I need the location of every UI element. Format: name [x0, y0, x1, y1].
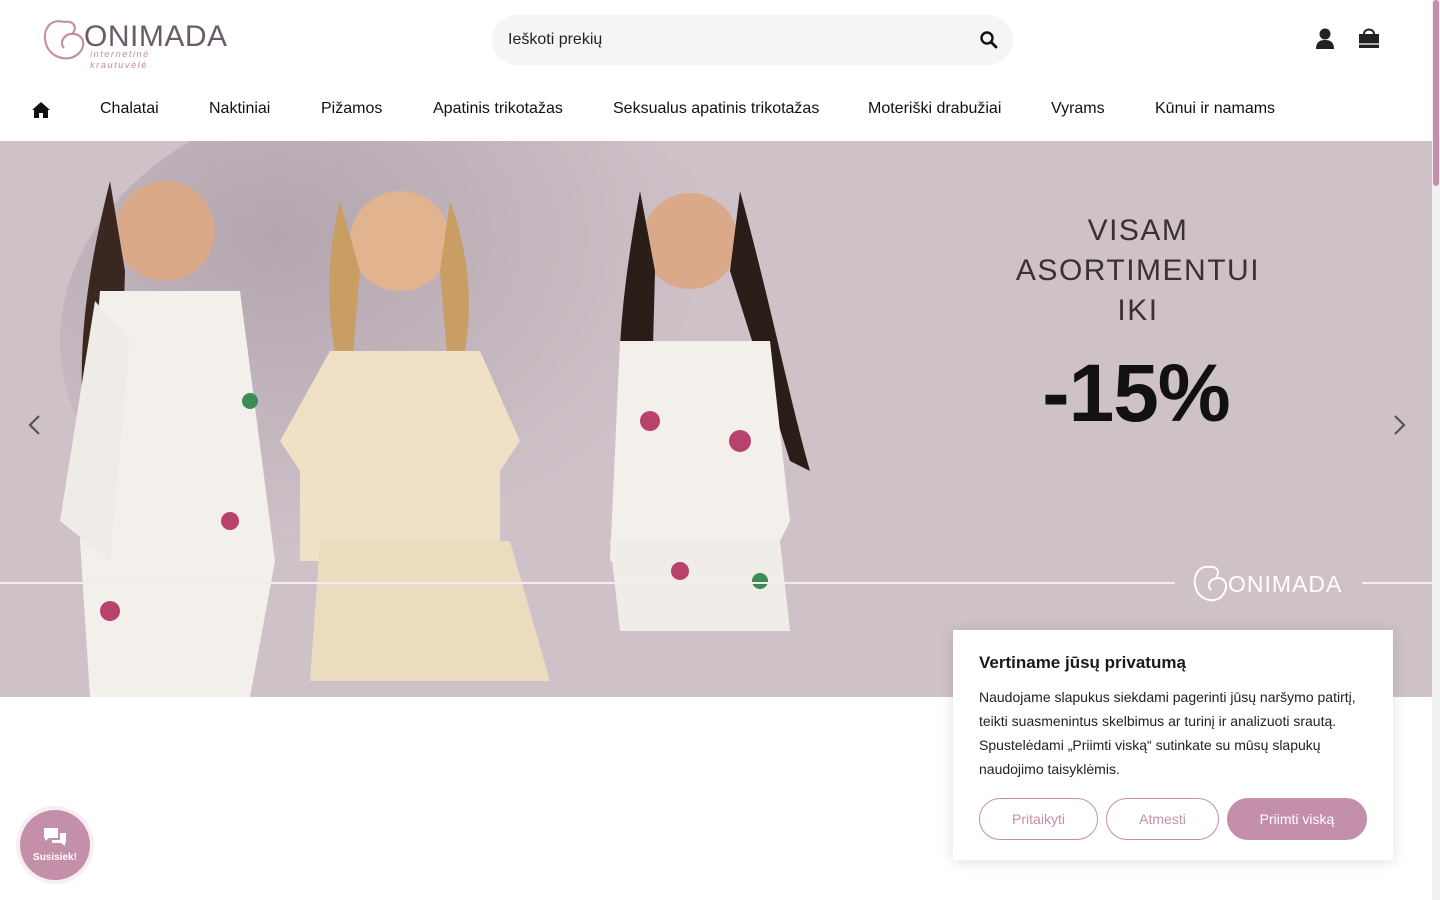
carousel-next-icon[interactable]: [1390, 413, 1408, 437]
hero-headline-line: VISAM ASORTIMENTUI: [1015, 214, 1261, 287]
nav-item-seksualus-apatinis[interactable]: Seksualus apatinis trikotažas: [613, 100, 819, 118]
search-input[interactable]: [508, 15, 948, 65]
search-icon[interactable]: [979, 30, 999, 50]
cookie-customize-button[interactable]: Pritaikyti: [979, 798, 1098, 840]
cookie-title: Vertiname jūsų privatumą: [979, 653, 1186, 672]
main-navigation: Chalatai Naktiniai Pižamos Apatinis trik…: [0, 80, 1432, 141]
nav-item-kunui-ir-namams[interactable]: Kūnui ir namams: [1155, 100, 1275, 118]
cookie-reject-button[interactable]: Atmesti: [1106, 798, 1219, 840]
nav-item-chalatai[interactable]: Chalatai: [100, 100, 159, 118]
site-logo[interactable]: ONIMADA internetinė krautuvėlė: [40, 14, 227, 71]
hero-headline-line: IKI: [1117, 294, 1159, 327]
hero-banner[interactable]: VISAM ASORTIMENTUI IKI -15% ONIMADA: [0, 141, 1432, 697]
nav-item-pizamos[interactable]: Pižamos: [321, 100, 382, 118]
shopping-bag-icon[interactable]: [1356, 25, 1382, 51]
search-bar: [492, 15, 1013, 65]
nav-item-moteriski-drabuziai[interactable]: Moteriški drabužiai: [868, 100, 1001, 118]
chat-widget-button[interactable]: Susisiek!: [20, 810, 90, 880]
cookie-consent-dialog: Vertiname jūsų privatumą Naudojame slapu…: [953, 630, 1393, 860]
nav-item-naktiniai[interactable]: Naktiniai: [209, 100, 270, 118]
cookie-accept-button[interactable]: Priimti viską: [1227, 798, 1367, 840]
scrollbar-thumb[interactable]: [1433, 0, 1439, 186]
chat-label: Susisiek!: [33, 852, 77, 863]
hero-discount: -15%: [1042, 348, 1230, 439]
cookie-text: Naudojame slapukus siekdami pagerinti jū…: [979, 689, 1356, 777]
hero-divider-line: [1362, 582, 1432, 584]
nav-item-apatinis-trikotazas[interactable]: Apatinis trikotažas: [433, 100, 563, 118]
chat-bubbles-icon: [44, 828, 66, 846]
hero-brand-text: ONIMADA: [1228, 571, 1343, 597]
hero-brand-watermark: ONIMADA: [1192, 561, 1352, 607]
page-scrollbar[interactable]: [1432, 0, 1440, 900]
carousel-prev-icon[interactable]: [26, 413, 44, 437]
logo-tagline: internetinė krautuvėlė: [90, 49, 150, 71]
hero-headline: VISAM ASORTIMENTUI IKI: [965, 211, 1311, 331]
user-icon[interactable]: [1314, 27, 1336, 51]
site-header: ONIMADA internetinė krautuvėlė: [0, 0, 1432, 80]
home-icon[interactable]: [31, 100, 51, 120]
logo-mark-icon: [1193, 565, 1228, 602]
nav-item-vyrams[interactable]: Vyrams: [1051, 100, 1105, 118]
hero-divider-line: [0, 582, 1175, 584]
